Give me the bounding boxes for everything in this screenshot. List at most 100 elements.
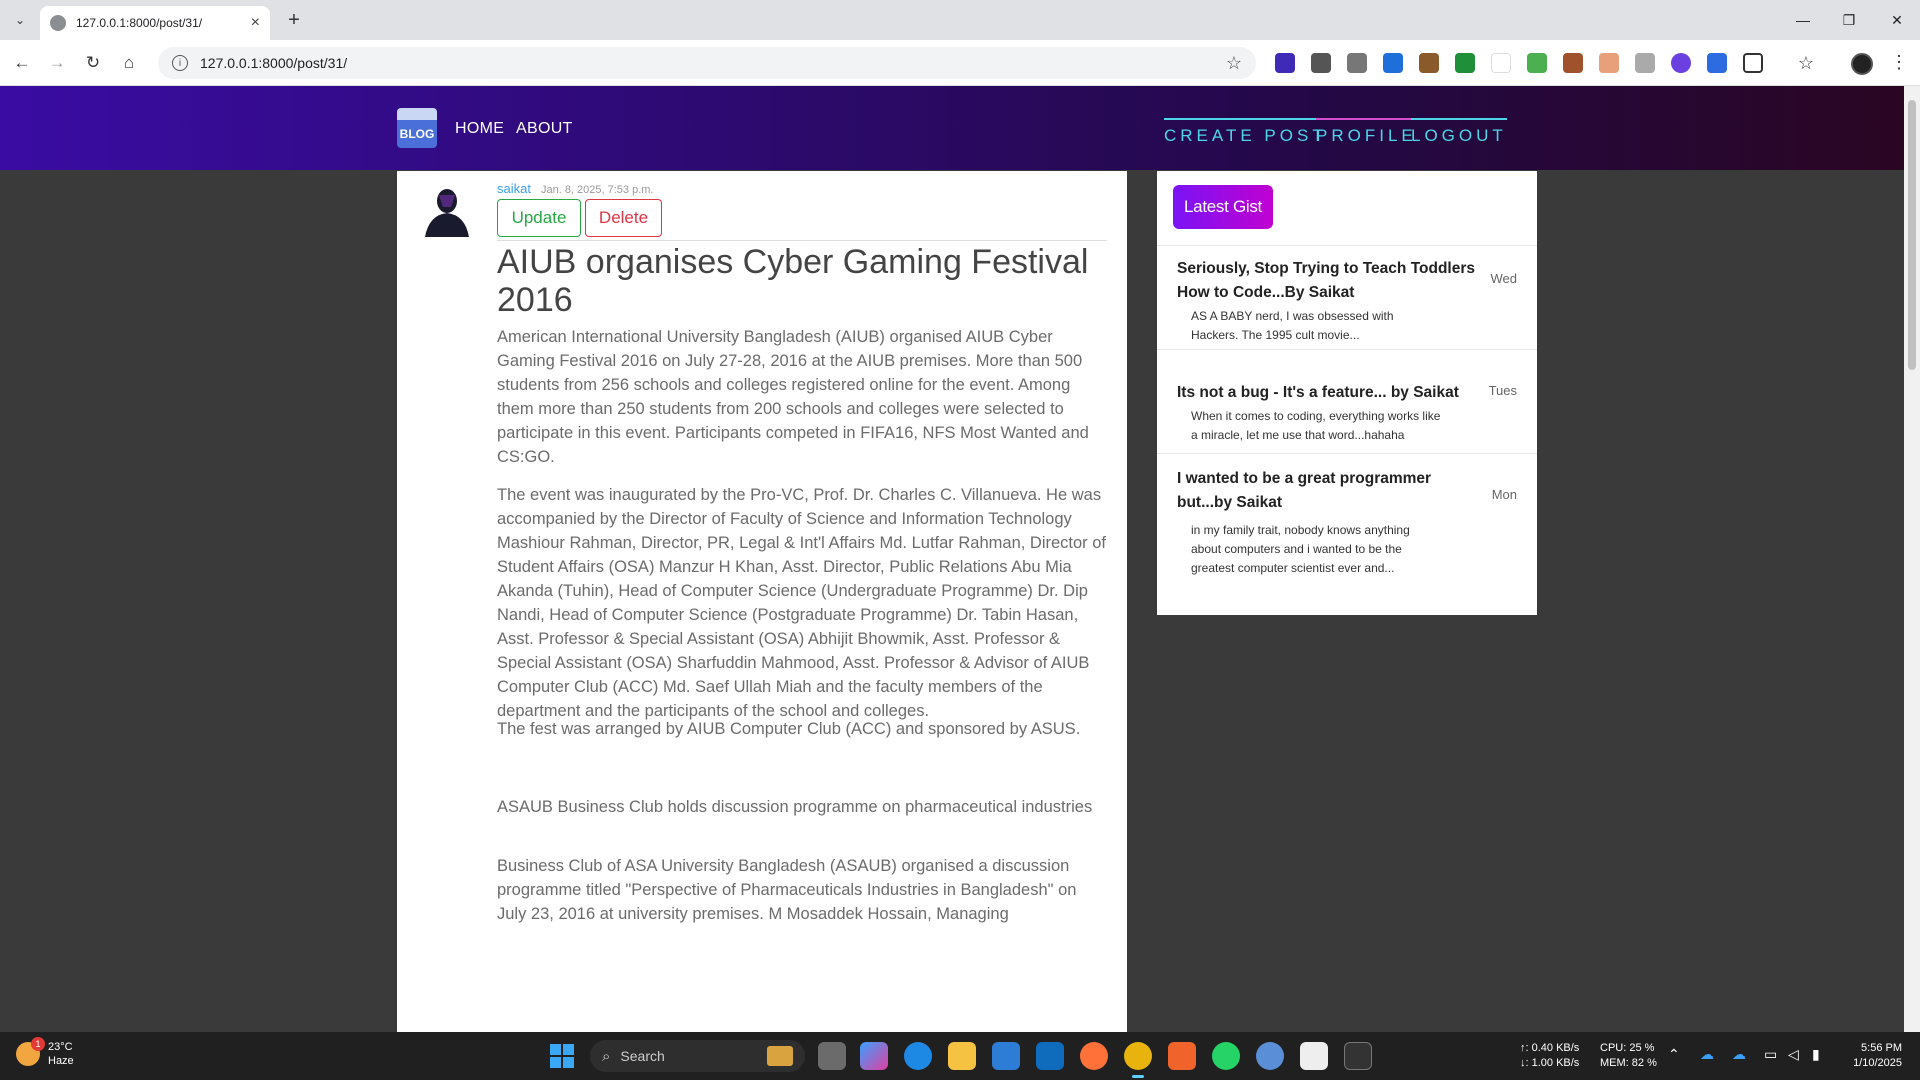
gist-day: Wed bbox=[1490, 271, 1518, 286]
volume-icon[interactable]: ◁ bbox=[1788, 1046, 1799, 1063]
onedrive-icon[interactable]: ☁ bbox=[1732, 1046, 1746, 1063]
post-paragraph: Business Club of ASA University Banglade… bbox=[497, 857, 1077, 923]
divider bbox=[1157, 245, 1537, 246]
nav-about[interactable]: ABOUT bbox=[516, 120, 573, 138]
start-windows-icon[interactable] bbox=[550, 1044, 574, 1068]
gist-title[interactable]: Seriously, Stop Trying to Teach Toddlers… bbox=[1177, 257, 1477, 305]
notion-icon[interactable] bbox=[1300, 1042, 1328, 1070]
file-explorer-icon[interactable] bbox=[948, 1042, 976, 1070]
extension-icon[interactable] bbox=[1671, 53, 1691, 73]
extension-icon[interactable] bbox=[1311, 53, 1331, 73]
extension-icon[interactable] bbox=[1563, 53, 1583, 73]
forward-icon[interactable]: → bbox=[45, 51, 69, 75]
notification-badge: 1 bbox=[31, 1037, 45, 1051]
extensions-puzzle-icon[interactable] bbox=[1743, 53, 1763, 73]
divider bbox=[1157, 349, 1537, 350]
gist-title[interactable]: I wanted to be a great programmer but...… bbox=[1177, 467, 1477, 515]
nav-create-post[interactable]: CREATE POST bbox=[1164, 118, 1327, 146]
camera-extension-icon[interactable] bbox=[1347, 53, 1367, 73]
globe-icon bbox=[50, 15, 66, 31]
nav-profile[interactable]: PROFILE bbox=[1316, 118, 1417, 146]
onedrive-icon[interactable]: ☁ bbox=[1700, 1046, 1714, 1063]
download-extension-icon[interactable] bbox=[1383, 53, 1403, 73]
bookmarks-icon[interactable]: ☆ bbox=[1796, 53, 1816, 73]
site-info-icon[interactable]: i bbox=[172, 55, 188, 71]
divider bbox=[497, 240, 1107, 241]
chevron-up-icon[interactable]: ⌃ bbox=[1668, 1046, 1680, 1063]
tab-list-icon[interactable]: ⌄ bbox=[8, 8, 32, 32]
extension-icon[interactable] bbox=[1599, 53, 1619, 73]
post-paragraph: American International University Bangla… bbox=[497, 328, 1089, 466]
xampp-icon[interactable] bbox=[1168, 1042, 1196, 1070]
weather-temp: 23°C bbox=[48, 1041, 73, 1053]
post-author[interactable]: saikat bbox=[497, 181, 531, 196]
firefox-icon[interactable] bbox=[1080, 1042, 1108, 1070]
extension-icon[interactable] bbox=[1275, 53, 1295, 73]
address-bar[interactable]: i 127.0.0.1:8000/post/31/ ☆ bbox=[158, 47, 1256, 79]
close-window-icon[interactable]: ✕ bbox=[1874, 0, 1920, 40]
close-tab-icon[interactable]: × bbox=[251, 14, 260, 32]
weather-sun-icon: 1 bbox=[16, 1037, 45, 1066]
page-scrollbar[interactable] bbox=[1904, 86, 1920, 1032]
menu-kebab-icon[interactable]: ⋮ bbox=[1890, 52, 1908, 73]
outlook-icon[interactable] bbox=[1036, 1042, 1064, 1070]
reload-icon[interactable]: ↻ bbox=[81, 51, 105, 75]
net-down: ↓: 1.00 KB/s bbox=[1520, 1057, 1580, 1069]
terminal-icon[interactable] bbox=[1344, 1042, 1372, 1070]
mem-usage: MEM: 82 % bbox=[1600, 1057, 1657, 1069]
back-icon[interactable]: ← bbox=[10, 51, 34, 75]
chrome-icon[interactable] bbox=[1124, 1042, 1152, 1078]
post-meta: saikat Jan. 8, 2025, 7:53 p.m. bbox=[497, 181, 654, 196]
gist-excerpt: in my family trait, nobody knows anythin… bbox=[1191, 523, 1410, 575]
post-date: Jan. 8, 2025, 7:53 p.m. bbox=[540, 184, 654, 196]
taskbar-search[interactable]: ⌕ Search bbox=[590, 1040, 805, 1072]
gist-title[interactable]: Its not a bug - It's a feature... by Sai… bbox=[1177, 381, 1477, 405]
network-icon[interactable]: ▭ bbox=[1764, 1046, 1777, 1063]
store-icon[interactable] bbox=[992, 1042, 1020, 1070]
search-label: Search bbox=[620, 1048, 665, 1064]
bookmark-star-icon[interactable]: ☆ bbox=[1226, 53, 1242, 74]
network-speed: ↑: 0.40 KB/s ↓: 1.00 KB/s bbox=[1520, 1041, 1579, 1071]
pen-extension-icon[interactable] bbox=[1491, 53, 1511, 73]
whatsapp-icon[interactable] bbox=[1212, 1042, 1240, 1070]
post-title: AIUB organises Cyber Gaming Festival 201… bbox=[497, 243, 1089, 319]
extension-icon[interactable] bbox=[1527, 53, 1547, 73]
edge-icon[interactable] bbox=[904, 1042, 932, 1070]
post-card: saikat Jan. 8, 2025, 7:53 p.m. Update Del… bbox=[397, 171, 1127, 1032]
taskbar: 1 23°C Haze ⌕ Search ↑: 0.40 KB/s ↓: 1.0… bbox=[0, 1032, 1920, 1080]
post-paragraph: The event was inaugurated by the Pro-VC,… bbox=[497, 486, 1107, 720]
system-monitor: CPU: 25 % MEM: 82 % bbox=[1600, 1041, 1657, 1071]
new-tab-icon[interactable]: + bbox=[282, 8, 306, 32]
clock[interactable]: 5:56 PM 1/10/2025 bbox=[1842, 1041, 1902, 1071]
nav-home[interactable]: HOME bbox=[455, 120, 504, 138]
author-avatar bbox=[425, 189, 469, 237]
qbittorrent-icon[interactable] bbox=[1256, 1042, 1284, 1070]
brand-logo[interactable]: BLOG bbox=[397, 108, 437, 148]
address-url: 127.0.0.1:8000/post/31/ bbox=[200, 55, 348, 71]
minimize-icon[interactable]: — bbox=[1780, 0, 1826, 40]
browser-toolbar: ← → ↻ ⌂ i 127.0.0.1:8000/post/31/ ☆ ☆ ⋮ bbox=[0, 40, 1920, 86]
browser-tab[interactable]: 127.0.0.1:8000/post/31/ × bbox=[40, 6, 270, 40]
extension-icon[interactable] bbox=[1455, 53, 1475, 73]
delete-button[interactable]: Delete bbox=[585, 199, 662, 237]
home-icon[interactable]: ⌂ bbox=[117, 51, 141, 75]
task-view-icon[interactable] bbox=[818, 1042, 846, 1070]
nav-logout[interactable]: LOGOUT bbox=[1411, 118, 1507, 146]
scrollbar-thumb[interactable] bbox=[1908, 100, 1916, 370]
post-paragraph: The fest was arranged by AIUB Computer C… bbox=[497, 720, 1081, 738]
update-button[interactable]: Update bbox=[497, 199, 581, 237]
latest-gist-sidebar: Latest Gist Seriously, Stop Trying to Te… bbox=[1157, 171, 1537, 615]
battery-icon[interactable]: ▮ bbox=[1812, 1046, 1820, 1063]
cookie-extension-icon[interactable] bbox=[1419, 53, 1439, 73]
net-up: ↑: 0.40 KB/s bbox=[1520, 1042, 1580, 1054]
restore-icon[interactable]: ❐ bbox=[1826, 0, 1872, 40]
profile-avatar[interactable] bbox=[1851, 53, 1873, 75]
cpu-usage: CPU: 25 % bbox=[1600, 1042, 1655, 1054]
gist-day: Mon bbox=[1491, 487, 1517, 502]
search-icon: ⌕ bbox=[602, 1047, 611, 1065]
site-navbar: BLOG HOME ABOUT CREATE POST PROFILE LOGO… bbox=[0, 86, 1904, 170]
weather-widget[interactable]: 1 23°C Haze bbox=[16, 1037, 74, 1068]
code-extension-icon[interactable] bbox=[1635, 53, 1655, 73]
translate-extension-icon[interactable] bbox=[1707, 53, 1727, 73]
copilot-icon[interactable] bbox=[860, 1042, 888, 1070]
